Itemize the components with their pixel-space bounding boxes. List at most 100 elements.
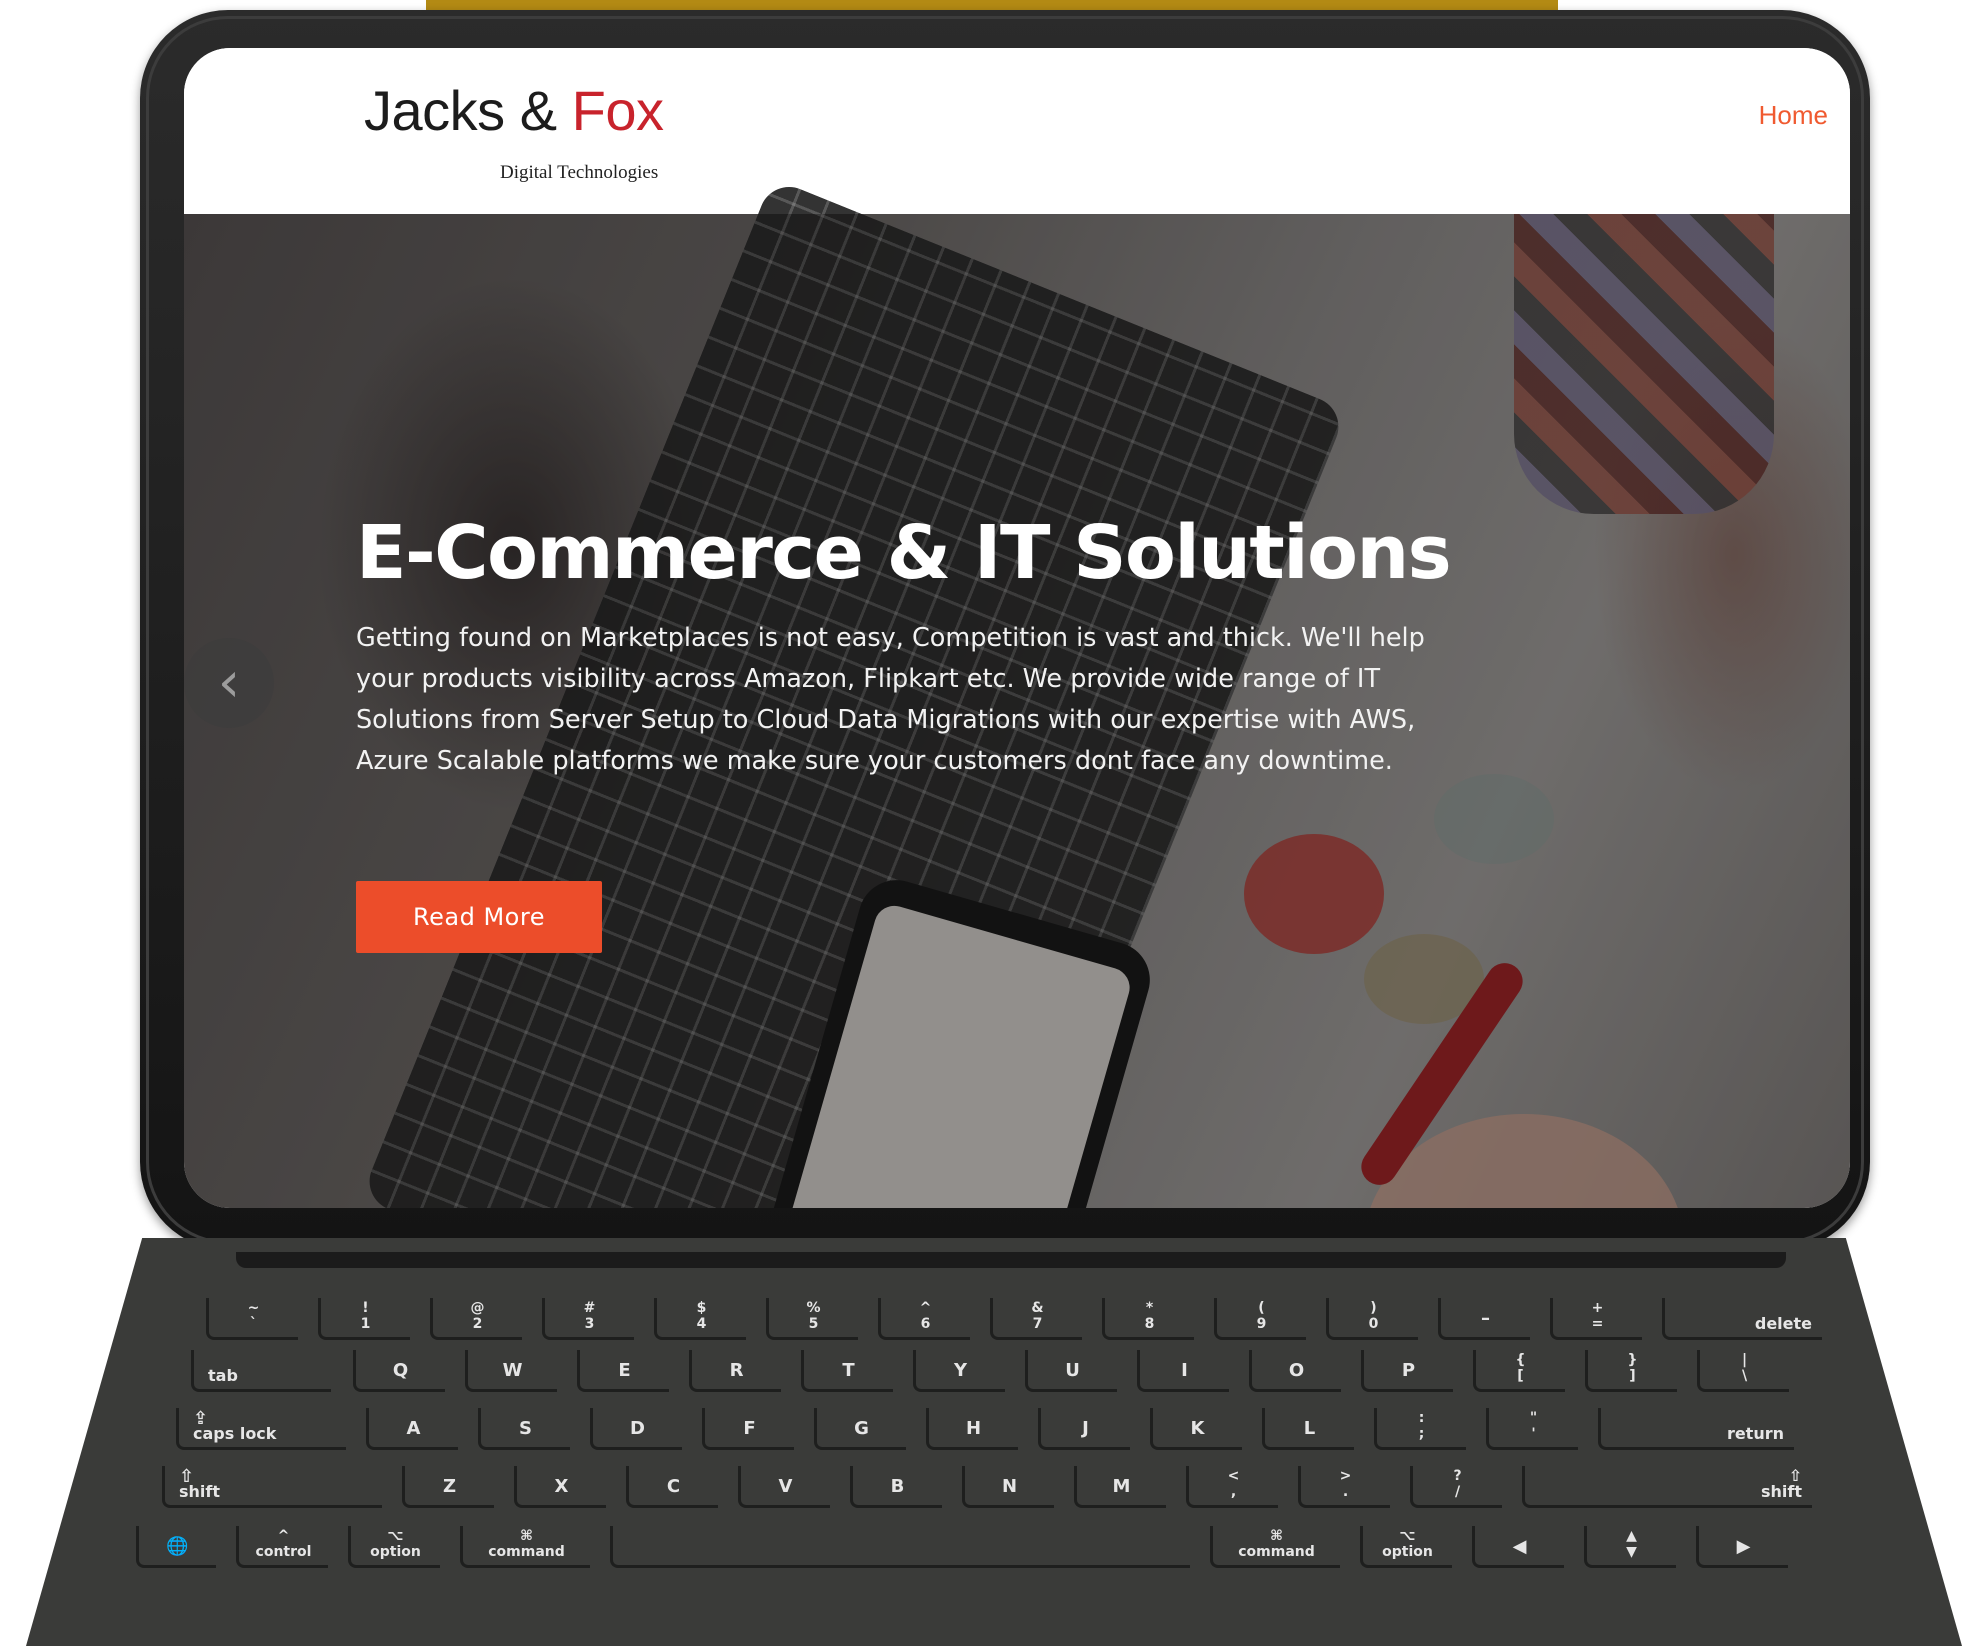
key-space[interactable] (610, 1526, 1190, 1568)
key-w[interactable]: W (465, 1350, 557, 1392)
logo-jacks: Jacks & (364, 79, 572, 142)
key-open-bracket[interactable]: {[ (1473, 1350, 1565, 1392)
key-globe[interactable]: 🌐 (136, 1526, 216, 1568)
keyboard-cover: ~ ` ! 1 @2 #3 $4 % 5 ^ 6 & 7 * 8 (9 ) 0 – + = de… (26, 1238, 1962, 1646)
key-l[interactable]: L (1262, 1408, 1354, 1450)
key-bottom-label: ] (1629, 1368, 1636, 1384)
command-icon: ⌘ (1270, 1528, 1283, 1544)
key-label: N (1001, 1476, 1018, 1497)
key-c[interactable]: C (626, 1466, 718, 1508)
key-label: S (519, 1418, 532, 1439)
key-q[interactable]: Q (353, 1350, 445, 1392)
key-a[interactable]: A (366, 1408, 458, 1450)
key-z[interactable]: Z (402, 1466, 494, 1508)
key-5[interactable]: % 5 (766, 1298, 858, 1340)
key-e[interactable]: E (577, 1350, 669, 1392)
key-label: delete (1754, 1314, 1812, 1333)
logo-tagline: Digital Technologies (500, 162, 659, 183)
hero-slider: ‹ E-Commerce & IT Solutions Getting foun… (184, 177, 1850, 1208)
key-shift-right[interactable]: ⇧ shift (1522, 1466, 1812, 1508)
slider-prev-button[interactable]: ‹ (184, 638, 274, 728)
key-caps-lock[interactable]: ⇪ caps lock (176, 1408, 346, 1450)
key-tab[interactable]: tab (191, 1350, 331, 1392)
key-s[interactable]: S (478, 1408, 570, 1450)
key-slash[interactable]: ? / (1410, 1466, 1502, 1508)
keyboard-hinge (236, 1252, 1786, 1268)
key-p[interactable]: P (1361, 1350, 1453, 1392)
hero-title: E-Commerce & IT Solutions (356, 510, 1452, 596)
key-x[interactable]: X (514, 1466, 606, 1508)
key-bottom-label: 7 (1032, 1316, 1043, 1332)
key-label: command (1238, 1544, 1315, 1560)
key-label: option (370, 1544, 421, 1560)
key-4[interactable]: $4 (654, 1298, 746, 1340)
read-more-button[interactable]: Read More (356, 881, 602, 953)
key-bottom-label: \ (1741, 1368, 1748, 1384)
site-logo[interactable]: Jacks & Fox Digital Technologies (364, 78, 664, 183)
key-option-right[interactable]: ⌥ option (1360, 1526, 1452, 1568)
key-2[interactable]: @2 (430, 1298, 522, 1340)
key-bottom-label: = (1591, 1316, 1604, 1332)
key-h[interactable]: H (926, 1408, 1018, 1450)
key-delete[interactable]: delete (1662, 1298, 1822, 1340)
key-n[interactable]: N (962, 1466, 1054, 1508)
key-control[interactable]: ^ control (236, 1526, 328, 1568)
key-backslash[interactable]: | \ (1697, 1350, 1789, 1392)
hero-description: Getting found on Marketplaces is not eas… (356, 623, 1425, 776)
key-o[interactable]: O (1249, 1350, 1341, 1392)
key-arrow-right[interactable]: ▶ (1696, 1526, 1788, 1568)
key-comma[interactable]: <, (1186, 1466, 1278, 1508)
key-g[interactable]: G (814, 1408, 906, 1450)
key-quote[interactable]: " ' (1486, 1408, 1578, 1450)
key-equals[interactable]: + = (1550, 1298, 1642, 1340)
key-i[interactable]: I (1137, 1350, 1229, 1392)
key-7[interactable]: & 7 (990, 1298, 1082, 1340)
key-u[interactable]: U (1025, 1350, 1117, 1392)
key-8[interactable]: * 8 (1102, 1298, 1194, 1340)
nav-home-link[interactable]: Home (1759, 100, 1828, 131)
key-f[interactable]: F (702, 1408, 794, 1450)
key-label: D (630, 1418, 645, 1439)
key-1[interactable]: ! 1 (318, 1298, 410, 1340)
key-arrow-left[interactable]: ◀ (1472, 1526, 1564, 1568)
key-option-left[interactable]: ⌥ option (348, 1526, 440, 1568)
key-k[interactable]: K (1150, 1408, 1242, 1450)
logo-fox: Fox (571, 79, 664, 142)
key-3[interactable]: #3 (542, 1298, 634, 1340)
key-d[interactable]: D (590, 1408, 682, 1450)
key-bottom-label: ; (1418, 1426, 1425, 1442)
key-return[interactable]: return (1598, 1408, 1794, 1450)
key-0[interactable]: ) 0 (1326, 1298, 1418, 1340)
key-6[interactable]: ^ 6 (878, 1298, 970, 1340)
key-y[interactable]: Y (913, 1350, 1005, 1392)
hero-content: E-Commerce & IT Solutions Getting found … (356, 510, 1456, 782)
key-r[interactable]: R (689, 1350, 781, 1392)
key-command-left[interactable]: ⌘ command (460, 1526, 590, 1568)
key-top-label: ~ (247, 1300, 260, 1316)
key-period[interactable]: >. (1298, 1466, 1390, 1508)
key-b[interactable]: B (850, 1466, 942, 1508)
key-t[interactable]: T (801, 1350, 893, 1392)
key-label: A (406, 1418, 421, 1439)
key-command-right[interactable]: ⌘ command (1210, 1526, 1340, 1568)
key-v[interactable]: V (738, 1466, 830, 1508)
key-m[interactable]: M (1074, 1466, 1166, 1508)
key-bottom-label: . (1342, 1484, 1349, 1500)
key-tilde[interactable]: ~ ` (206, 1298, 298, 1340)
key-label: B (890, 1476, 905, 1497)
key-shift-left[interactable]: ⇧ shift (162, 1466, 382, 1508)
key-arrow-up-down[interactable]: ▲ ▼ (1584, 1526, 1676, 1568)
logo-wordmark: Jacks & Fox (364, 78, 664, 143)
key-minus[interactable]: – (1438, 1298, 1530, 1340)
globe-icon: 🌐 (166, 1536, 189, 1557)
key-j[interactable]: J (1038, 1408, 1130, 1450)
key-top-label: " (1529, 1410, 1538, 1426)
key-9[interactable]: (9 (1214, 1298, 1306, 1340)
key-top-label: + (1591, 1300, 1604, 1316)
key-bottom-label: 6 (920, 1316, 931, 1332)
key-semicolon[interactable]: :; (1374, 1408, 1466, 1450)
key-top-label: { (1515, 1352, 1526, 1368)
key-label: R (729, 1360, 744, 1381)
key-close-bracket[interactable]: }] (1585, 1350, 1677, 1392)
key-top-label: * (1145, 1300, 1154, 1316)
